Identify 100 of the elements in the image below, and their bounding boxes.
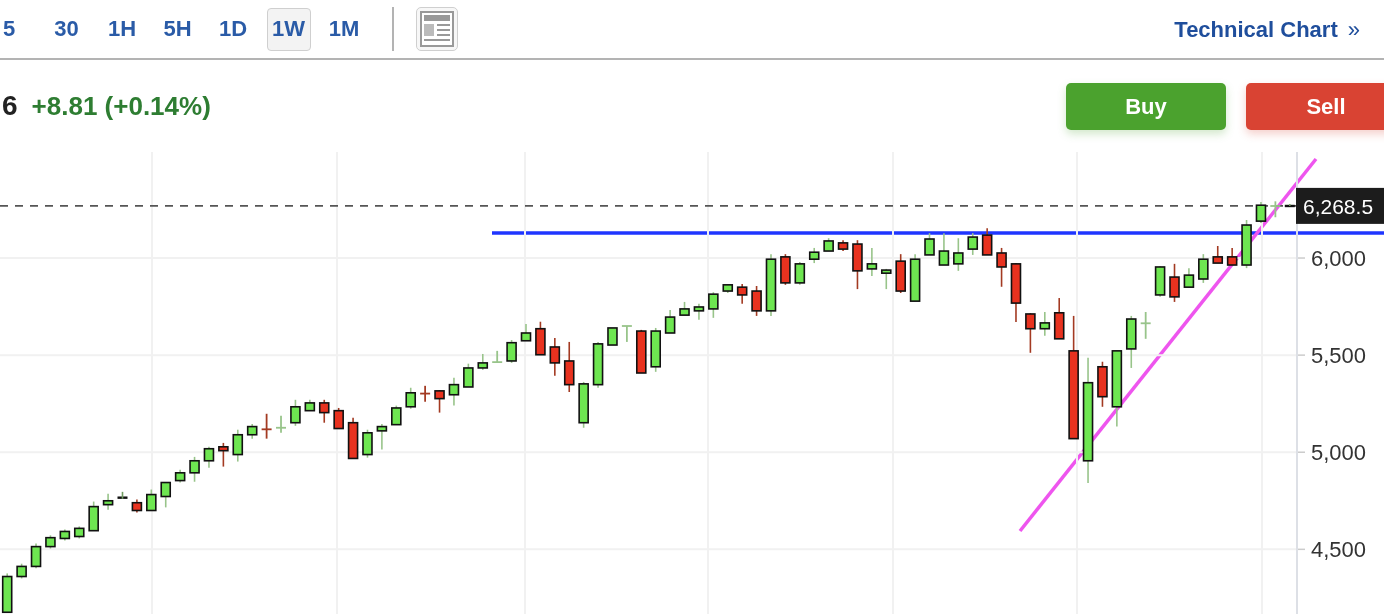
candlestick (924, 232, 935, 256)
axis-label: 5,000 (1310, 440, 1366, 466)
candlestick (1139, 311, 1152, 340)
candlestick (506, 339, 517, 364)
candlestick (664, 309, 676, 334)
last-price-label: 6,268.5 (1296, 187, 1384, 224)
candlestick (1025, 312, 1036, 354)
candlestick (45, 534, 56, 550)
candlestick (448, 376, 460, 407)
candlestick (679, 301, 690, 316)
candlestick (59, 528, 71, 542)
candlestick (491, 349, 504, 364)
candlestick (794, 261, 806, 286)
candlestick (938, 232, 950, 266)
technical-chart-link[interactable]: Technical Chart » (1174, 12, 1360, 46)
candlestick (275, 414, 287, 434)
axis-label: 4,500 (1310, 537, 1366, 563)
candlestick (405, 386, 417, 410)
candlestick (88, 500, 99, 532)
candlestick (1241, 219, 1252, 269)
interval-tab[interactable]: 30 (44, 7, 89, 51)
candlestick (578, 381, 589, 429)
candlestick (895, 253, 906, 294)
interval-tab[interactable]: 5H (155, 7, 200, 51)
view-button[interactable] (416, 7, 458, 51)
candlestick (520, 323, 532, 342)
candlestick (304, 399, 316, 412)
candlestick (636, 329, 647, 374)
document-icon (420, 11, 454, 47)
candlestick (290, 399, 301, 427)
candlestick (621, 325, 633, 343)
candlestick (362, 428, 373, 459)
price-change: +8.81 (+0.14%) (31, 89, 211, 123)
candlestick (1269, 200, 1282, 219)
candlestick (232, 428, 244, 463)
candlestick (333, 407, 344, 430)
candlestick (866, 247, 878, 277)
candlestick (434, 389, 445, 414)
ref-line-label: 6,268.5 (1303, 194, 1374, 218)
candlestick (607, 327, 618, 346)
candlestick (1255, 201, 1267, 224)
candlestick (535, 320, 546, 356)
candlestick (1010, 262, 1022, 323)
candlestick (246, 423, 258, 440)
candlestick (1, 572, 13, 614)
candlestick (996, 247, 1007, 288)
candlestick (909, 253, 921, 302)
axis-label: 5,500 (1310, 343, 1366, 369)
candlestick (131, 498, 143, 514)
interval-tab[interactable]: 1D (211, 7, 255, 51)
candlestick (780, 253, 791, 286)
candlestick (1212, 245, 1224, 264)
candlestick (376, 423, 388, 451)
candlestick (102, 493, 114, 511)
candlestick (477, 353, 489, 371)
candlestick (1053, 297, 1065, 340)
candlestick (1097, 360, 1108, 408)
candlestick (549, 337, 561, 377)
candlestick (722, 284, 734, 294)
candlestick (347, 416, 359, 460)
interval-tab[interactable]: 1W (266, 7, 311, 51)
interval-tab[interactable]: 1M (322, 7, 366, 51)
price-value: 6 (2, 89, 18, 123)
candlestick (218, 442, 229, 468)
candlestick (736, 283, 748, 305)
candlestick (189, 456, 200, 483)
candlestick (260, 412, 273, 440)
interval-tab[interactable]: 1H (100, 7, 144, 51)
candlestick (419, 384, 432, 403)
axis-label: 6,000 (1310, 246, 1366, 272)
candlestick (1039, 311, 1051, 337)
candlestick (708, 291, 719, 319)
candlestick (463, 362, 474, 388)
candlestick (1154, 265, 1166, 298)
candlestick (981, 227, 993, 256)
candlestick (852, 239, 863, 290)
candlestick (765, 253, 777, 317)
candlestick (1125, 315, 1137, 369)
candlestick (881, 268, 892, 290)
candlestick (30, 542, 42, 570)
sell-button[interactable]: Sell (1246, 82, 1384, 130)
candlestick (16, 562, 27, 580)
candlestick (1284, 203, 1295, 208)
candlestick (837, 239, 849, 252)
candlestick (808, 247, 820, 264)
candlestick (1198, 253, 1209, 284)
candlestick (563, 341, 575, 393)
candlestick (953, 237, 964, 272)
candlestick (391, 404, 402, 426)
candlestick (203, 446, 215, 469)
candlestick (1183, 267, 1195, 288)
candlestick (117, 491, 128, 500)
candlestick (146, 488, 157, 512)
candlestick (1169, 263, 1180, 303)
candlestick (592, 341, 604, 389)
candlestick (751, 285, 762, 317)
interval-tab[interactable]: 5 (0, 7, 20, 51)
candlestick (318, 399, 330, 424)
candlestick (823, 237, 834, 252)
candlestick (160, 481, 172, 509)
